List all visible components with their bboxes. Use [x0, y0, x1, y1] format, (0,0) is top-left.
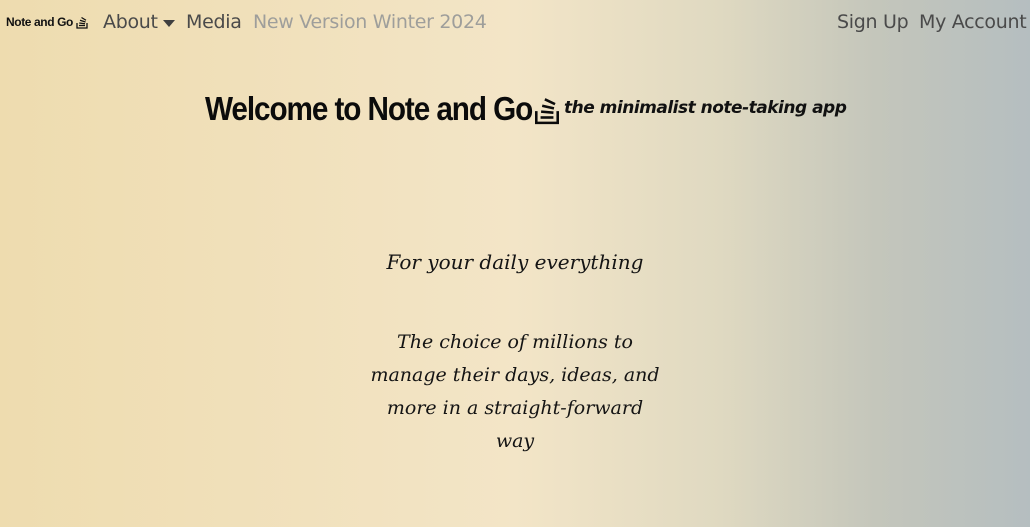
- new-version-link[interactable]: New Version Winter 2024: [253, 11, 487, 33]
- stack-icon: [76, 16, 88, 29]
- tagline: the minimalist note-taking app: [564, 98, 847, 118]
- caret-down-icon: [162, 19, 175, 27]
- hero-heading: Welcome to Note and Go the minimalist no…: [205, 90, 847, 130]
- top-navbar: Note and Go About Media New Version Wint…: [0, 0, 1030, 46]
- brand-link[interactable]: Note and Go: [6, 15, 88, 29]
- brand-name: Note and Go: [6, 15, 73, 29]
- page-title: Welcome to Note and Go: [205, 90, 533, 127]
- stack-icon: [534, 95, 560, 130]
- hero-subtitle: For your daily everything: [386, 250, 644, 274]
- about-dropdown[interactable]: About: [103, 11, 175, 33]
- about-label: About: [103, 11, 158, 33]
- hero-blurb: The choice of millions to manage their d…: [370, 331, 660, 452]
- my-account-link[interactable]: My Account: [919, 11, 1027, 33]
- media-link[interactable]: Media: [186, 11, 242, 33]
- sign-up-link[interactable]: Sign Up: [837, 11, 909, 33]
